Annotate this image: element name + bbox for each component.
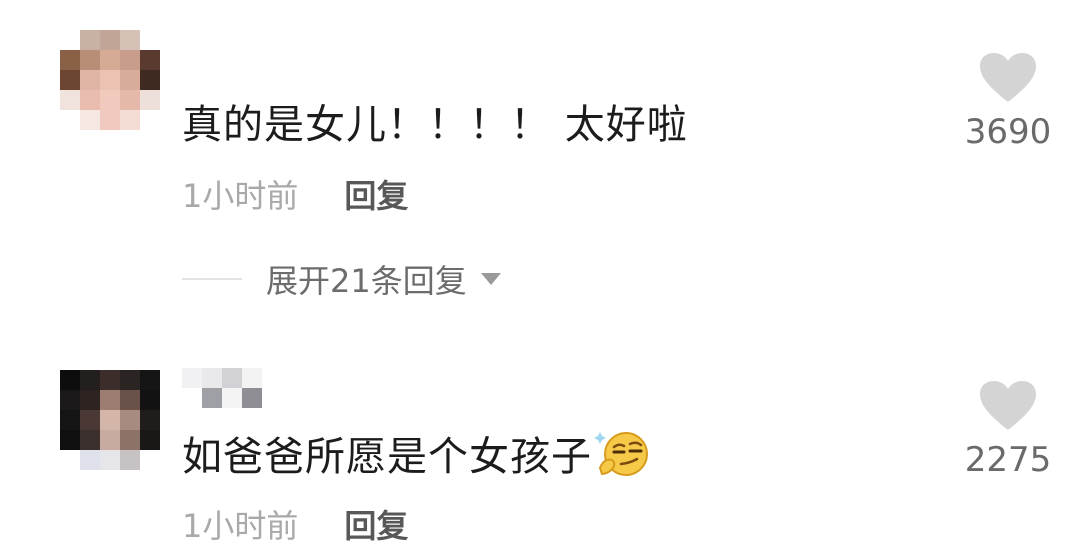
comment-item: 如爸爸所愿是个女孩子 1小时前 回复 2275 — [0, 350, 1080, 556]
divider-line — [182, 278, 242, 280]
comment-text-content: 如爸爸所愿是个女孩子 — [182, 434, 592, 480]
caret-down-icon — [480, 273, 501, 285]
username-blurred[interactable] — [182, 368, 262, 408]
like-button[interactable]: 3690 — [960, 52, 1056, 152]
like-count: 3690 — [964, 112, 1052, 152]
comment-text: 真的是女儿！！！！ 太好啦 — [182, 102, 688, 148]
smirk-emoji-icon — [594, 432, 648, 476]
comment-item: 真的是女儿！！！！ 太好啦 1小时前 回复 3690 — [0, 0, 1080, 250]
reply-button[interactable]: 回复 — [344, 177, 408, 215]
comment-time: 1小时前 — [182, 177, 299, 215]
like-button[interactable]: 2275 — [960, 380, 1056, 480]
reply-button[interactable]: 回复 — [344, 507, 408, 545]
comment-text: 如爸爸所愿是个女孩子 — [182, 430, 650, 482]
expand-replies-label: 展开21条回复 — [266, 262, 467, 300]
heart-icon — [980, 381, 1036, 430]
avatar[interactable] — [60, 30, 160, 130]
comment-meta: 1小时前 回复 — [182, 506, 408, 546]
expand-replies-button[interactable]: 展开21条回复 — [182, 256, 503, 302]
avatar[interactable] — [60, 370, 160, 470]
comment-time: 1小时前 — [182, 507, 299, 545]
heart-icon — [980, 53, 1036, 102]
comment-meta: 1小时前 回复 — [182, 176, 408, 216]
like-count: 2275 — [964, 440, 1052, 480]
